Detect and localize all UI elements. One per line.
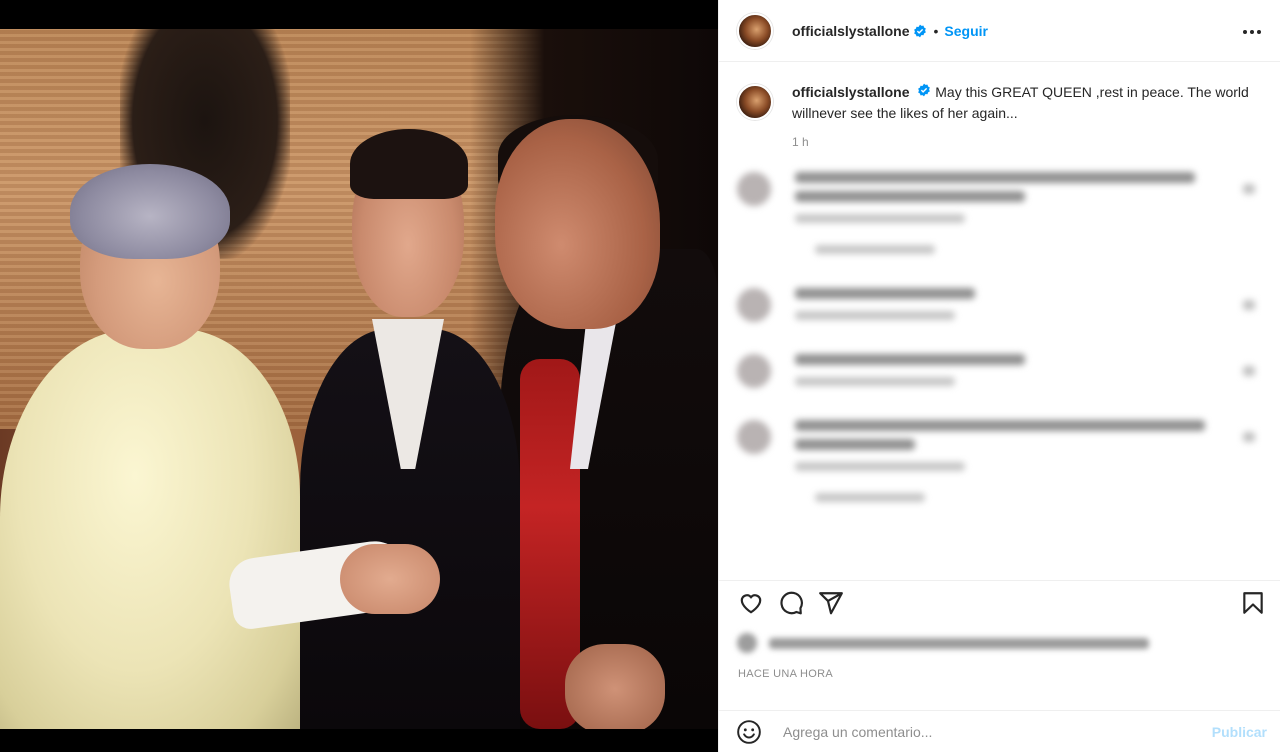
follow-button[interactable]: Seguir bbox=[944, 23, 988, 39]
comment-avatar bbox=[737, 354, 771, 388]
heart-icon[interactable] bbox=[1243, 432, 1255, 442]
comment-body bbox=[795, 288, 1215, 328]
comments-list[interactable] bbox=[719, 162, 1280, 580]
photo-woman-dress bbox=[0, 329, 300, 729]
add-comment-bar: Publicar bbox=[719, 710, 1280, 752]
post-time-ago[interactable]: HACE UNA HORA bbox=[738, 668, 833, 680]
heart-icon[interactable] bbox=[1243, 184, 1255, 194]
emoji-icon[interactable] bbox=[735, 718, 763, 746]
verified-badge-icon bbox=[913, 24, 927, 38]
verified-badge-icon bbox=[917, 83, 931, 97]
comment-body bbox=[795, 354, 1215, 394]
comment-avatar bbox=[737, 420, 771, 454]
caption-timestamp[interactable]: 1 h bbox=[792, 132, 1252, 153]
post-photo[interactable] bbox=[0, 29, 718, 729]
post-actions-bar bbox=[719, 580, 1280, 624]
more-options-icon[interactable] bbox=[1240, 22, 1264, 42]
heart-icon[interactable] bbox=[1243, 366, 1255, 376]
comment-body bbox=[795, 420, 1215, 510]
list-item bbox=[737, 288, 1263, 328]
photo-man-right-head bbox=[495, 119, 660, 329]
comment-avatar bbox=[737, 172, 771, 206]
post-side-panel: officialslystallone • Seguir officialsly… bbox=[718, 0, 1280, 752]
list-item bbox=[737, 420, 1263, 510]
share-icon[interactable] bbox=[811, 583, 851, 623]
post-caption: officialslystallone May this GREAT QUEEN… bbox=[719, 62, 1280, 162]
heart-icon[interactable] bbox=[731, 583, 771, 623]
photo-clasped-hands bbox=[565, 644, 665, 729]
likes-avatar bbox=[737, 633, 757, 653]
author-username[interactable]: officialslystallone bbox=[792, 23, 909, 39]
likes-text-blurred bbox=[769, 637, 1149, 649]
photo-woman-hair bbox=[70, 164, 230, 259]
comment-input[interactable] bbox=[783, 723, 1183, 740]
comment-body bbox=[795, 172, 1215, 262]
publish-button[interactable]: Publicar bbox=[1212, 724, 1267, 740]
author-avatar[interactable] bbox=[737, 12, 773, 49]
post-media[interactable] bbox=[0, 0, 718, 752]
photo-man-center-hair bbox=[350, 129, 468, 199]
list-item bbox=[737, 354, 1263, 394]
caption-username[interactable]: officialslystallone bbox=[792, 84, 909, 100]
post-header: officialslystallone • Seguir bbox=[719, 0, 1280, 62]
comment-avatar bbox=[737, 288, 771, 322]
caption-body: officialslystallone May this GREAT QUEEN… bbox=[792, 82, 1252, 162]
blurred-comments bbox=[719, 162, 1280, 510]
likes-summary[interactable] bbox=[737, 630, 1157, 656]
list-item bbox=[737, 172, 1263, 262]
heart-icon[interactable] bbox=[1243, 300, 1255, 310]
caption-author-avatar[interactable] bbox=[737, 84, 773, 120]
photo-handshake bbox=[340, 544, 440, 614]
comment-icon[interactable] bbox=[771, 583, 811, 623]
bookmark-icon[interactable] bbox=[1233, 583, 1273, 623]
header-separator: • bbox=[933, 22, 939, 39]
